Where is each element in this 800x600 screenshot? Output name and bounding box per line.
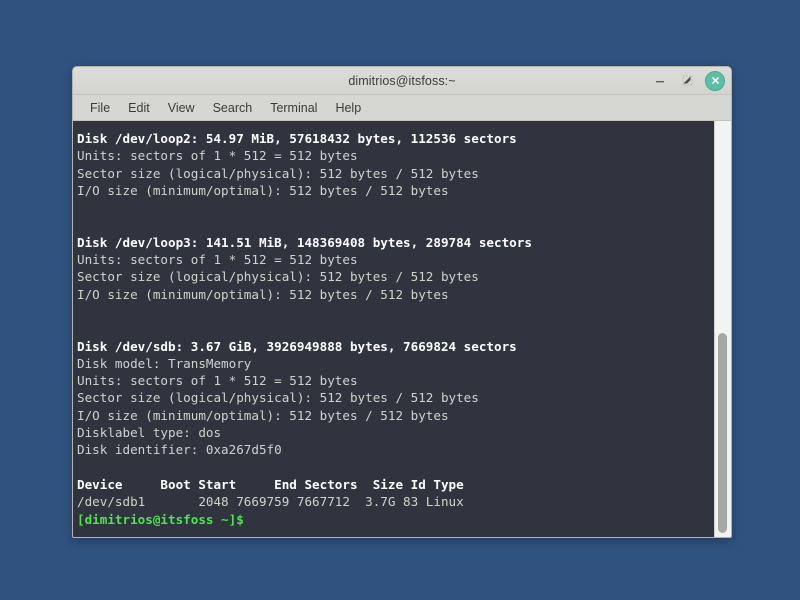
terminal-line: Disklabel type: dos bbox=[77, 425, 222, 441]
menu-bar: File Edit View Search Terminal Help bbox=[73, 95, 731, 121]
window-controls bbox=[651, 67, 725, 94]
terminal-screen[interactable]: Disk /dev/loop2: 54.97 MiB, 57618432 byt… bbox=[73, 121, 714, 537]
terminal-line: Disk /dev/sdb: 3.67 GiB, 3926949888 byte… bbox=[77, 338, 517, 354]
menu-item-terminal[interactable]: Terminal bbox=[262, 99, 325, 117]
minimize-button[interactable] bbox=[651, 72, 669, 90]
menu-item-edit[interactable]: Edit bbox=[120, 99, 158, 117]
scrollbar-thumb[interactable] bbox=[718, 333, 727, 533]
terminal-window: dimitrios@itsfoss:~ File Edit View Searc… bbox=[72, 66, 732, 538]
terminal-line: Device Boot Start End Sectors Size Id Ty… bbox=[77, 476, 464, 492]
desktop-background: dimitrios@itsfoss:~ File Edit View Searc… bbox=[0, 0, 800, 600]
terminal-line: I/O size (minimum/optimal): 512 bytes / … bbox=[77, 286, 449, 302]
terminal-line: Units: sectors of 1 * 512 = 512 bytes bbox=[77, 148, 358, 164]
terminal-line: Sector size (logical/physical): 512 byte… bbox=[77, 269, 479, 285]
terminal-line: I/O size (minimum/optimal): 512 bytes / … bbox=[77, 407, 449, 423]
window-title: dimitrios@itsfoss:~ bbox=[348, 73, 456, 88]
terminal-line: Disk /dev/loop2: 54.97 MiB, 57618432 byt… bbox=[77, 131, 517, 146]
restore-icon bbox=[682, 75, 692, 86]
terminal-line: Disk identifier: 0xa267d5f0 bbox=[77, 442, 282, 458]
close-button[interactable] bbox=[705, 70, 725, 91]
menu-item-view[interactable]: View bbox=[160, 99, 203, 117]
menu-item-help[interactable]: Help bbox=[327, 99, 369, 117]
terminal-line: Disk model: TransMemory bbox=[77, 355, 252, 371]
terminal-line: Disk /dev/loop3: 141.51 MiB, 148369408 b… bbox=[77, 234, 532, 250]
minimize-icon bbox=[656, 80, 664, 82]
terminal-line: Units: sectors of 1 * 512 = 512 bytes bbox=[77, 373, 358, 389]
terminal-body: Disk /dev/loop2: 54.97 MiB, 57618432 byt… bbox=[73, 121, 731, 537]
terminal-line: Sector size (logical/physical): 512 byte… bbox=[77, 390, 479, 406]
terminal-line: Units: sectors of 1 * 512 = 512 bytes bbox=[77, 252, 358, 268]
menu-item-search[interactable]: Search bbox=[205, 99, 261, 117]
maximize-button[interactable] bbox=[678, 72, 696, 90]
window-titlebar[interactable]: dimitrios@itsfoss:~ bbox=[73, 67, 731, 95]
terminal-scrollbar[interactable] bbox=[714, 121, 731, 537]
terminal-output: Disk /dev/loop2: 54.97 MiB, 57618432 byt… bbox=[75, 130, 714, 528]
terminal-line: Sector size (logical/physical): 512 byte… bbox=[77, 165, 479, 181]
terminal-line: I/O size (minimum/optimal): 512 bytes / … bbox=[77, 182, 449, 198]
menu-item-file[interactable]: File bbox=[82, 99, 118, 117]
terminal-line: /dev/sdb1 2048 7669759 7667712 3.7G 83 L… bbox=[77, 494, 464, 510]
close-icon bbox=[711, 77, 719, 84]
terminal-prompt-line: [dimitrios@itsfoss ~]$ bbox=[77, 511, 244, 527]
